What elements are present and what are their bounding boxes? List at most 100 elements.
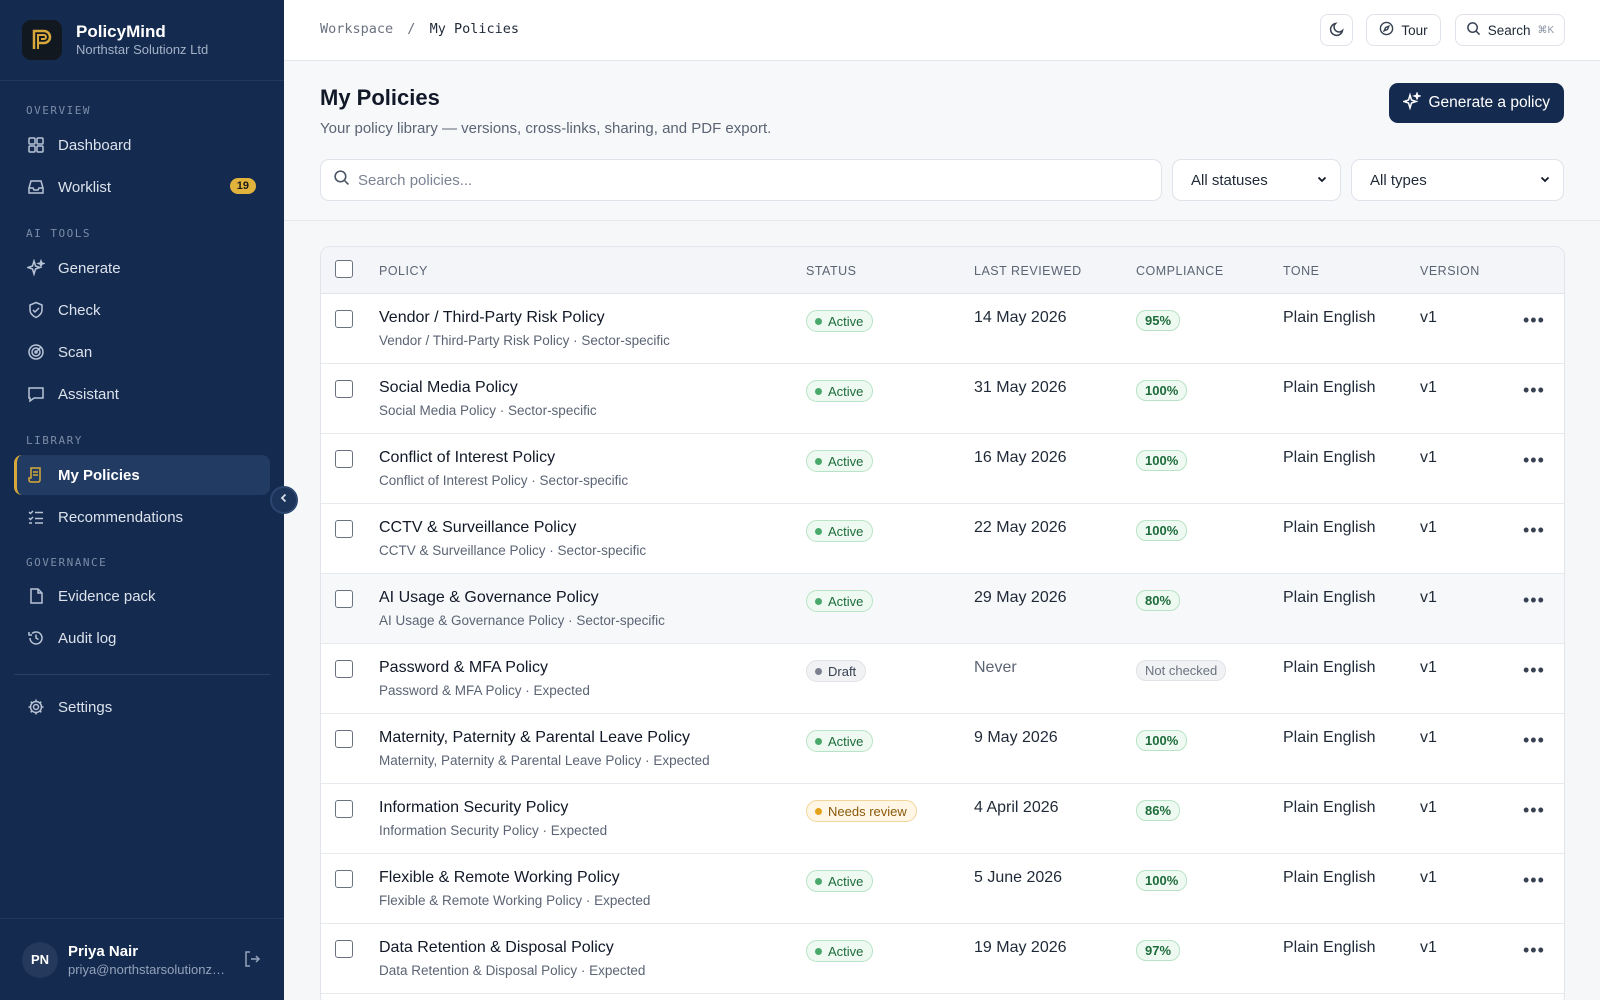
row-checkbox[interactable] [335, 310, 353, 328]
tone-value: Plain English [1283, 379, 1376, 396]
row-checkbox[interactable] [335, 730, 353, 748]
row-checkbox[interactable] [335, 590, 353, 608]
compliance-badge: 86% [1136, 800, 1181, 821]
page-title: My Policies [320, 85, 440, 110]
table-row[interactable]: Data Retention & Disposal Policy Data Ret… [321, 924, 1564, 994]
policy-name[interactable]: Maternity, Paternity & Parental Leave Po… [379, 729, 690, 747]
policy-name[interactable]: Information Security Policy [379, 799, 568, 817]
sidebar-item-check[interactable]: Check [14, 290, 270, 330]
status-filter-select[interactable]: All statuses [1172, 159, 1341, 201]
breadcrumb-workspace[interactable]: Workspace [320, 21, 393, 37]
section-label-overview: OVERVIEW [26, 104, 91, 117]
policy-name[interactable]: CCTV & Surveillance Policy [379, 519, 576, 537]
tone-value: Plain English [1283, 799, 1376, 816]
more-actions-icon[interactable]: ••• [1523, 871, 1545, 889]
policy-name[interactable]: AI Usage & Governance Policy [379, 589, 599, 607]
version-value: v1 [1420, 659, 1437, 676]
compliance-badge: 95% [1136, 310, 1181, 331]
policy-meta: Conflict of Interest Policy · Sector-spe… [379, 473, 629, 488]
generate-policy-button[interactable]: Generate a policy [1388, 83, 1564, 123]
status-label: Draft [828, 663, 857, 679]
table-row[interactable]: Flexible & Remote Working Policy Flexible… [321, 854, 1564, 924]
status-badge: Active [806, 520, 874, 542]
table-row[interactable]: Social Media Policy Social Media Policy ·… [321, 364, 1564, 434]
more-actions-icon[interactable]: ••• [1523, 521, 1545, 539]
column-header-tone[interactable]: TONE [1283, 264, 1320, 278]
tone-value: Plain English [1283, 309, 1376, 326]
sidebar-item-label: Generate [58, 259, 121, 277]
sidebar-item-my-policies[interactable]: My Policies [14, 455, 270, 495]
policy-name[interactable]: Flexible & Remote Working Policy [379, 869, 620, 887]
row-checkbox[interactable] [335, 800, 353, 818]
status-badge: Active [806, 450, 874, 472]
column-header-compliance[interactable]: COMPLIANCE [1136, 264, 1224, 278]
policy-search[interactable] [320, 159, 1162, 201]
policy-meta: Data Retention & Disposal Policy · Expec… [379, 963, 646, 978]
sidebar-item-audit-log[interactable]: Audit log [14, 618, 270, 658]
radar-icon [26, 342, 46, 362]
column-header-policy[interactable]: POLICY [379, 264, 428, 278]
collapse-sidebar-button[interactable] [270, 486, 298, 514]
search-input[interactable] [358, 171, 1138, 189]
policy-name[interactable]: Social Media Policy [379, 379, 518, 397]
status-dot-icon [815, 317, 822, 325]
version-value: v1 [1420, 939, 1437, 956]
column-header-version[interactable]: VERSION [1420, 264, 1480, 278]
app-name: PolicyMind [76, 22, 166, 41]
compass-icon [1379, 21, 1394, 39]
sidebar-item-label: Dashboard [58, 136, 132, 154]
sidebar-item-recommendations[interactable]: Recommendations [14, 497, 270, 537]
table-row[interactable]: CCTV & Surveillance Policy CCTV & Surveil… [321, 504, 1564, 574]
sidebar-item-assistant[interactable]: Assistant [14, 374, 270, 414]
row-checkbox[interactable] [335, 450, 353, 468]
sidebar-item-settings[interactable]: Settings [14, 687, 270, 727]
last-reviewed-date: 29 May 2026 [974, 589, 1067, 606]
row-checkbox[interactable] [335, 520, 353, 538]
tour-button[interactable]: Tour [1366, 14, 1441, 46]
policy-name[interactable]: Conflict of Interest Policy [379, 449, 555, 467]
sidebar-item-dashboard[interactable]: Dashboard [14, 125, 270, 165]
table-row[interactable]: AI Usage & Governance Policy AI Usage & G… [321, 574, 1564, 644]
row-checkbox[interactable] [335, 870, 353, 888]
more-actions-icon[interactable]: ••• [1523, 381, 1545, 399]
user-profile[interactable]: PN Priya Nair priya@northstarsolutionz.c… [0, 918, 284, 1000]
row-checkbox[interactable] [335, 940, 353, 958]
select-all-checkbox[interactable] [335, 260, 353, 278]
status-dot-icon [815, 807, 822, 815]
more-actions-icon[interactable]: ••• [1523, 661, 1545, 679]
theme-toggle-button[interactable] [1320, 14, 1353, 46]
sidebar-item-evidence-pack[interactable]: Evidence pack [14, 576, 270, 616]
sidebar-item-scan[interactable]: Scan [14, 332, 270, 372]
more-actions-icon[interactable]: ••• [1523, 591, 1545, 609]
table-row[interactable]: Vendor / Third-Party Risk Policy Vendor /… [321, 294, 1564, 364]
policy-name[interactable]: Data Retention & Disposal Policy [379, 939, 614, 957]
sidebar-item-label: My Policies [58, 466, 140, 484]
row-checkbox[interactable] [335, 380, 353, 398]
last-reviewed-date: 5 June 2026 [974, 869, 1063, 886]
policy-name[interactable]: Vendor / Third-Party Risk Policy [379, 309, 605, 327]
global-search-button[interactable]: Search ⌘K [1455, 14, 1565, 46]
policies-table: POLICY STATUS LAST REVIEWED COMPLIANCE T… [320, 246, 1565, 1000]
column-header-last-reviewed[interactable]: LAST REVIEWED [974, 264, 1082, 278]
logout-icon[interactable] [242, 949, 262, 974]
table-row[interactable]: Conflict of Interest Policy Conflict of I… [321, 434, 1564, 504]
sidebar-item-worklist[interactable]: Worklist 19 [14, 167, 270, 207]
policy-name[interactable]: Password & MFA Policy [379, 659, 548, 677]
policy-meta: Password & MFA Policy · Expected [379, 683, 590, 698]
compliance-badge: 100% [1136, 450, 1188, 471]
compliance-badge: 100% [1136, 520, 1188, 541]
type-filter-select[interactable]: All types [1351, 159, 1564, 201]
table-row[interactable]: Password & MFA Policy Password & MFA Poli… [321, 644, 1564, 714]
table-row[interactable]: Information Security Policy Information S… [321, 784, 1564, 854]
status-label: Needs review [828, 803, 907, 819]
more-actions-icon[interactable]: ••• [1523, 801, 1545, 819]
sidebar-item-generate[interactable]: Generate [14, 248, 270, 288]
column-header-status[interactable]: STATUS [806, 264, 856, 278]
table-row[interactable]: Maternity, Paternity & Parental Leave Po… [321, 714, 1564, 784]
row-checkbox[interactable] [335, 660, 353, 678]
more-actions-icon[interactable]: ••• [1523, 451, 1545, 469]
more-actions-icon[interactable]: ••• [1523, 731, 1545, 749]
more-actions-icon[interactable]: ••• [1523, 311, 1545, 329]
sidebar-item-label: Assistant [58, 385, 119, 403]
more-actions-icon[interactable]: ••• [1523, 941, 1545, 959]
